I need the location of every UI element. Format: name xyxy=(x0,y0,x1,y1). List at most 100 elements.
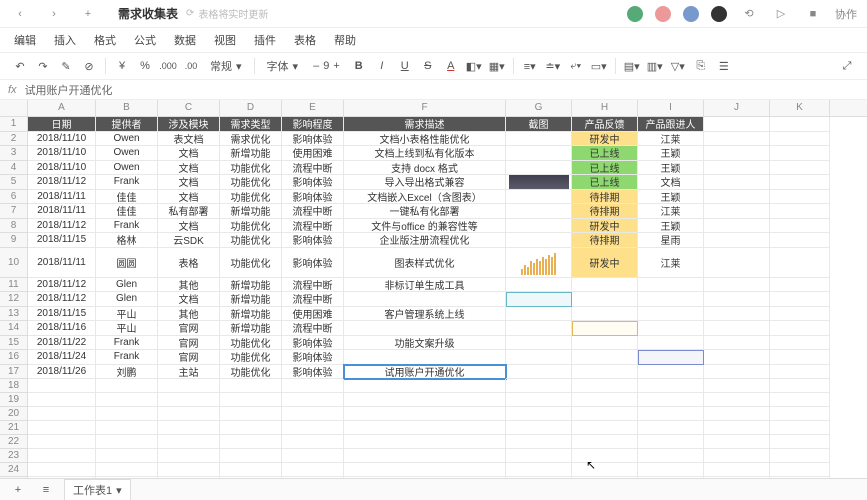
cell[interactable]: 表格 xyxy=(158,248,220,278)
cell[interactable] xyxy=(770,407,830,421)
cell[interactable]: 研发中 xyxy=(572,248,638,278)
cell[interactable] xyxy=(770,449,830,463)
cell[interactable] xyxy=(638,365,704,380)
cell[interactable] xyxy=(506,204,572,219)
row-header[interactable]: 3 xyxy=(0,146,28,161)
cell[interactable]: 文档 xyxy=(158,292,220,307)
cell[interactable] xyxy=(28,435,96,449)
cell[interactable]: 文档 xyxy=(158,175,220,190)
cell[interactable] xyxy=(506,292,572,307)
strike-button[interactable]: S xyxy=(418,56,438,76)
cell[interactable]: 官网 xyxy=(158,336,220,351)
cell[interactable] xyxy=(770,421,830,435)
cell[interactable] xyxy=(704,379,770,393)
cell[interactable] xyxy=(638,292,704,307)
cell[interactable]: 2018/11/15 xyxy=(28,233,96,248)
cell[interactable] xyxy=(28,393,96,407)
cell[interactable]: Owen xyxy=(96,161,158,176)
cell[interactable] xyxy=(158,407,220,421)
bold-button[interactable]: B xyxy=(349,56,369,76)
cell[interactable]: 功能优化 xyxy=(220,233,282,248)
dec-dec-button[interactable]: .00 xyxy=(181,56,201,76)
cell[interactable]: 流程中断 xyxy=(282,321,344,336)
col-header[interactable]: H xyxy=(572,100,638,116)
forward-icon[interactable]: › xyxy=(44,4,64,24)
font-select[interactable]: 字体▾ xyxy=(261,58,305,74)
collab-button[interactable]: 协作 xyxy=(835,6,857,22)
cell[interactable] xyxy=(572,365,638,380)
cell[interactable] xyxy=(704,435,770,449)
cell[interactable] xyxy=(638,336,704,351)
cell[interactable]: 需求优化 xyxy=(220,132,282,147)
cell[interactable]: 影响体验 xyxy=(282,175,344,190)
cell[interactable] xyxy=(96,435,158,449)
cell[interactable]: 影响体验 xyxy=(282,132,344,147)
cell[interactable] xyxy=(572,350,638,365)
cell[interactable] xyxy=(282,463,344,477)
fill-color-button[interactable]: ◧▾ xyxy=(464,56,484,76)
cell[interactable]: 功能优化 xyxy=(220,219,282,234)
cell[interactable]: 2018/11/11 xyxy=(28,204,96,219)
cell[interactable] xyxy=(220,393,282,407)
cell[interactable] xyxy=(572,307,638,322)
cell[interactable] xyxy=(282,435,344,449)
cell[interactable] xyxy=(96,407,158,421)
cell[interactable]: 2018/11/24 xyxy=(28,350,96,365)
cell[interactable]: 新增功能 xyxy=(220,204,282,219)
list-button[interactable]: ☰ xyxy=(714,56,734,76)
cell[interactable]: 文件与office 的兼容性等 xyxy=(344,219,506,234)
all-sheets-icon[interactable]: ≡ xyxy=(36,480,56,500)
cell[interactable]: 官网 xyxy=(158,350,220,365)
cell[interactable] xyxy=(638,278,704,293)
doc-title[interactable]: 需求收集表 xyxy=(118,5,178,22)
row-header[interactable]: 10 xyxy=(0,248,28,278)
cell[interactable]: 企业版注册流程优化 xyxy=(344,233,506,248)
sheet-tab[interactable]: 工作表1▾ xyxy=(64,479,131,500)
table-header[interactable]: 截图 xyxy=(506,117,572,132)
cell[interactable] xyxy=(96,393,158,407)
row-header[interactable]: 19 xyxy=(0,393,28,407)
row-header[interactable]: 12 xyxy=(0,292,28,307)
wrap-button[interactable]: ⤶▾ xyxy=(566,56,586,76)
cell[interactable] xyxy=(770,435,830,449)
cell[interactable]: 文档嵌入Excel（含图表） xyxy=(344,190,506,205)
cell[interactable] xyxy=(344,393,506,407)
cell[interactable] xyxy=(506,146,572,161)
col-header[interactable]: E xyxy=(282,100,344,116)
cell[interactable]: 表文档 xyxy=(158,132,220,147)
col-header[interactable]: B xyxy=(96,100,158,116)
table-header[interactable]: 需求描述 xyxy=(344,117,506,132)
avatar[interactable] xyxy=(627,6,643,22)
col-header[interactable]: K xyxy=(770,100,830,116)
cell[interactable] xyxy=(638,393,704,407)
row-header[interactable]: 5 xyxy=(0,175,28,190)
merge-button[interactable]: ▭▾ xyxy=(589,56,609,76)
table-header[interactable]: 提供者 xyxy=(96,117,158,132)
cell[interactable]: 2018/11/12 xyxy=(28,292,96,307)
cell[interactable]: Owen xyxy=(96,132,158,147)
cell[interactable] xyxy=(506,449,572,463)
number-format-select[interactable]: 常规▾ xyxy=(204,58,248,74)
cell[interactable]: Frank xyxy=(96,336,158,351)
row-header[interactable]: 8 xyxy=(0,219,28,234)
cell[interactable] xyxy=(220,463,282,477)
cell[interactable] xyxy=(506,365,572,380)
cell[interactable]: 影响体验 xyxy=(282,190,344,205)
cell[interactable] xyxy=(572,449,638,463)
cell[interactable]: 2018/11/10 xyxy=(28,146,96,161)
cell[interactable]: 星雨 xyxy=(638,233,704,248)
cell[interactable]: 已上线 xyxy=(572,146,638,161)
cell[interactable] xyxy=(506,350,572,365)
row-header[interactable]: 6 xyxy=(0,190,28,205)
filter-button[interactable]: ▽▾ xyxy=(668,56,688,76)
menu-item[interactable]: 插件 xyxy=(254,32,276,48)
cell[interactable]: Frank xyxy=(96,219,158,234)
cell[interactable] xyxy=(572,463,638,477)
cell[interactable] xyxy=(638,321,704,336)
row-header[interactable]: 23 xyxy=(0,449,28,463)
cell[interactable]: 影响体验 xyxy=(282,248,344,278)
menu-item[interactable]: 数据 xyxy=(174,32,196,48)
cell[interactable]: 图表样式优化 xyxy=(344,248,506,278)
formula-bar[interactable]: 试用账户开通优化 xyxy=(25,82,113,98)
cell[interactable] xyxy=(572,336,638,351)
